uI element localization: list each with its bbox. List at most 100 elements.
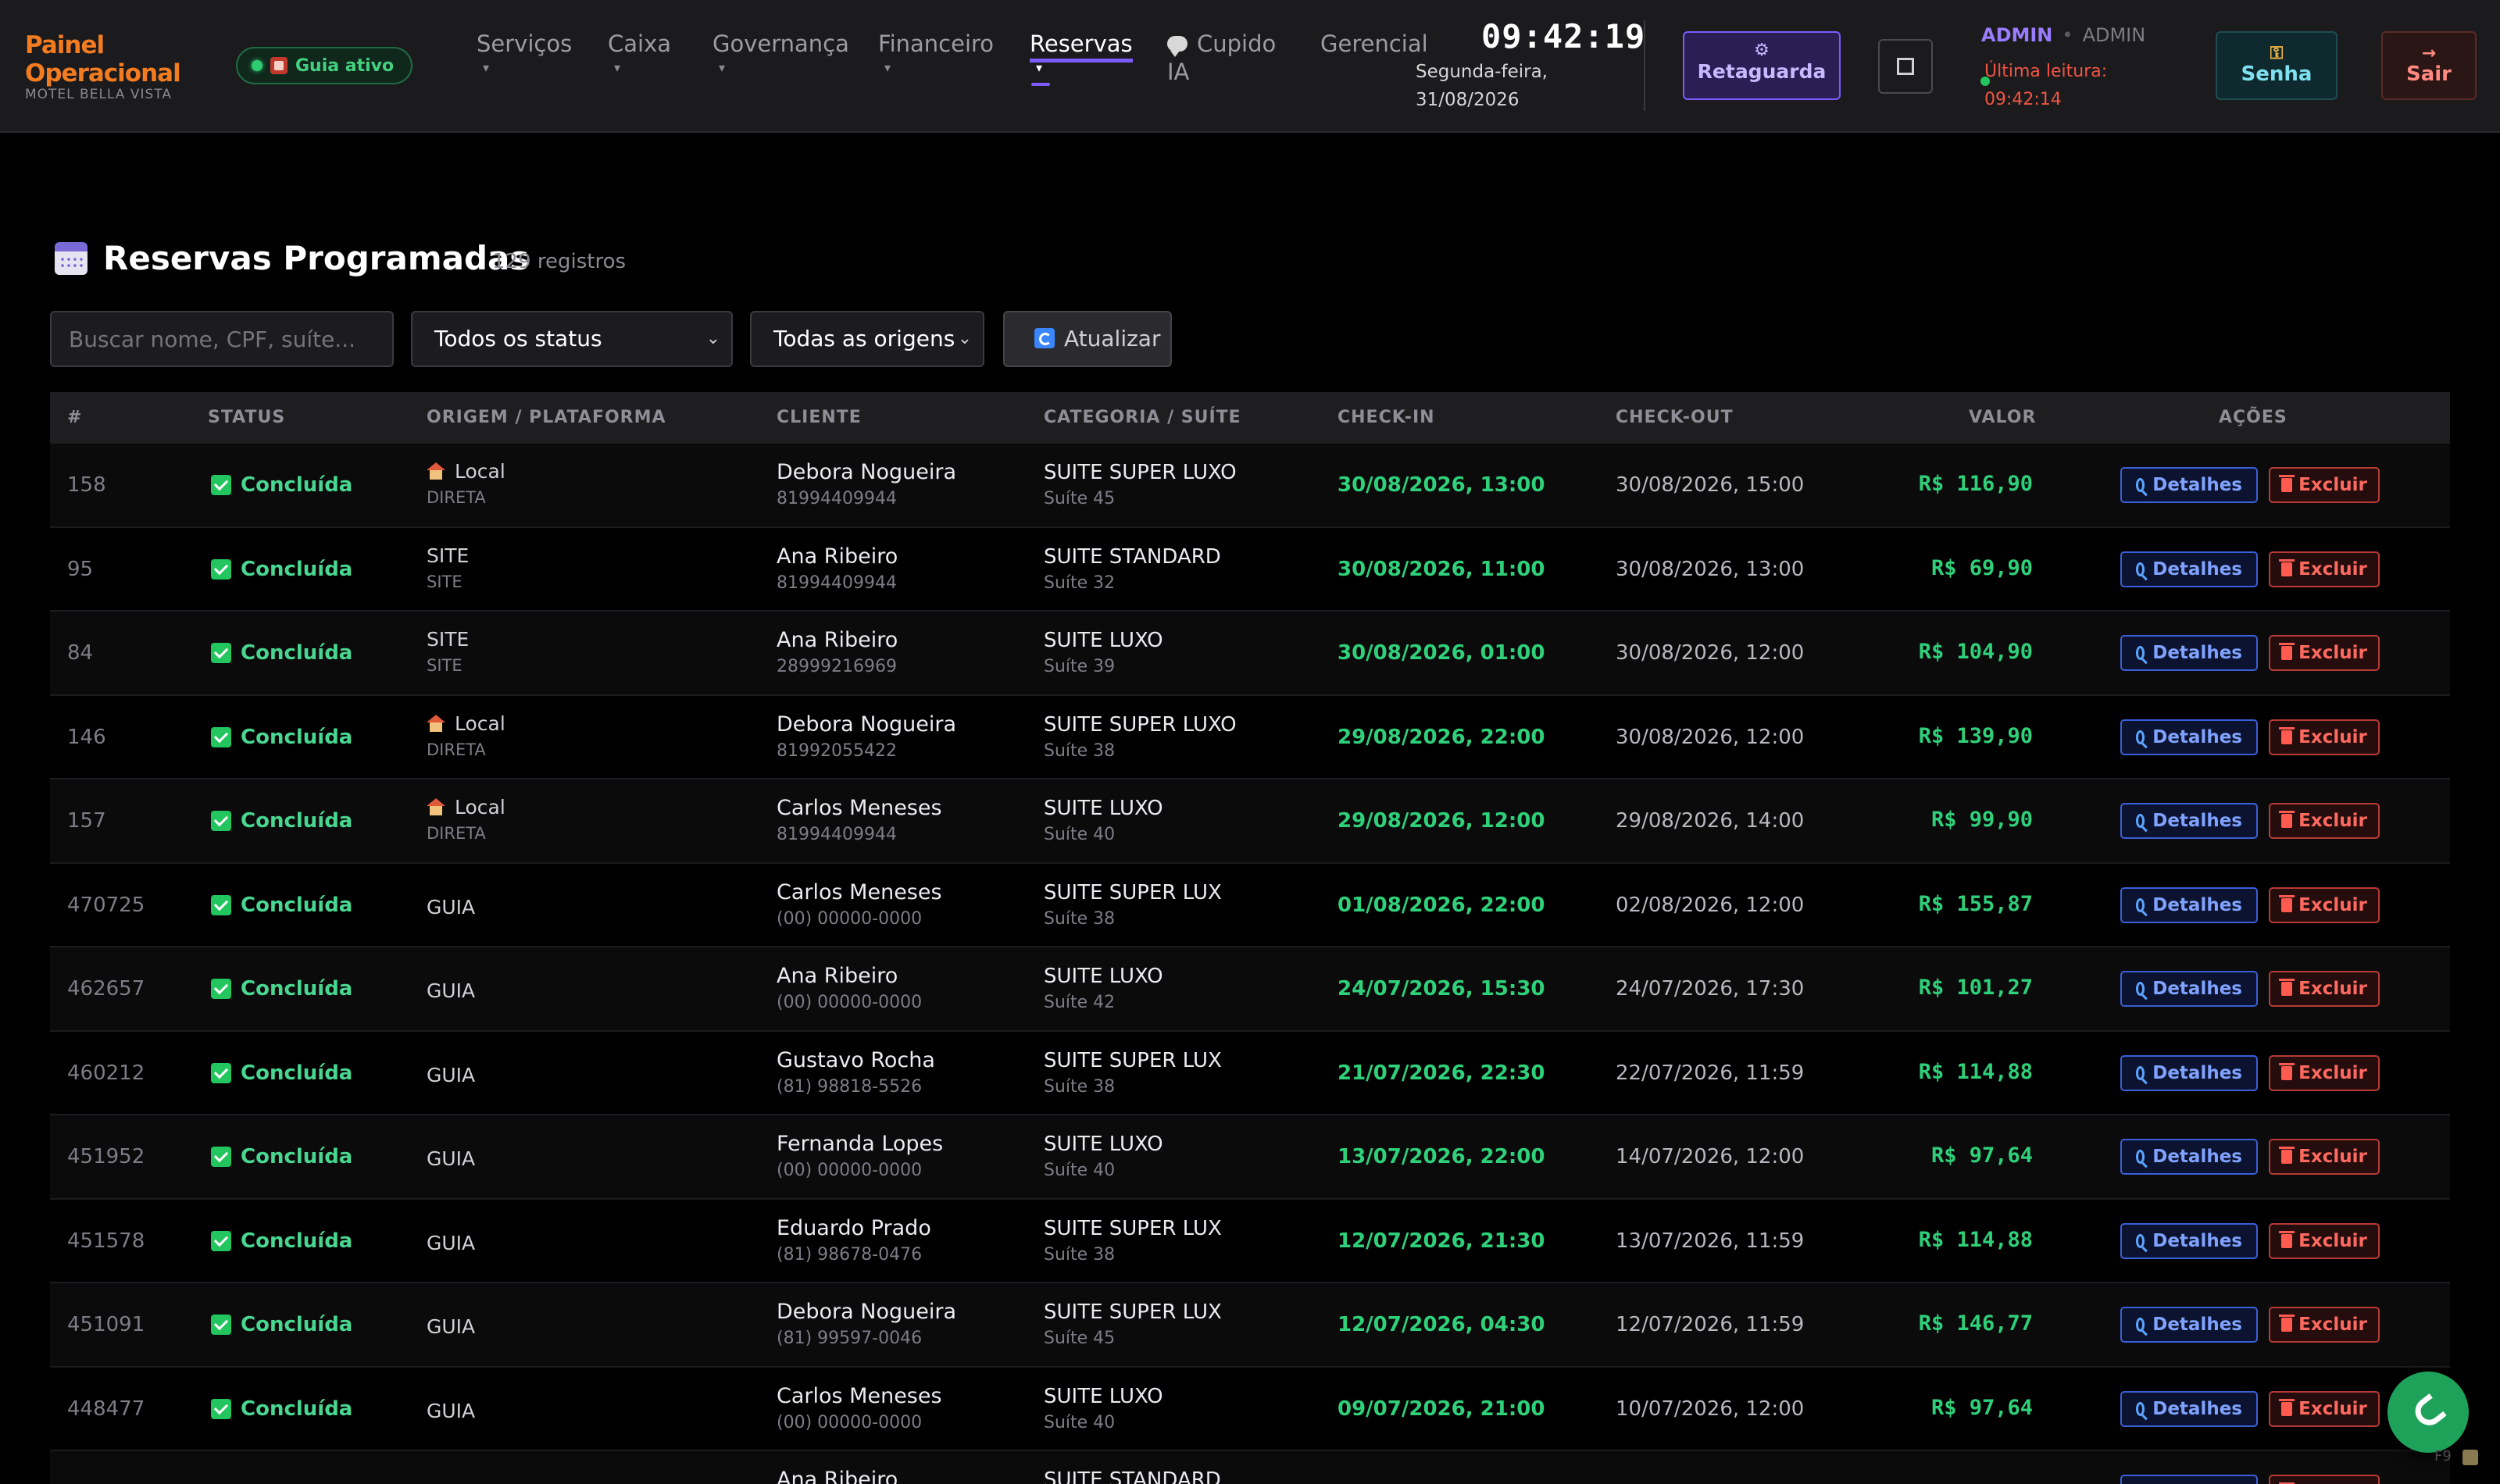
trash-icon <box>2279 726 2295 744</box>
details-button[interactable]: Detalhes <box>2120 467 2258 503</box>
nav-reservas[interactable]: Reservas ▾ <box>1030 30 1133 86</box>
delete-button[interactable]: Excluir <box>2269 1054 2380 1091</box>
table-row[interactable]: 146 Concluída Local DIRETA Debora Nogueira 81… <box>50 695 2450 779</box>
status-badge: Concluída <box>211 641 352 665</box>
nav-governanca[interactable]: Governança ▾ <box>712 30 849 78</box>
reservation-value: R$ 69,90 <box>1930 555 2033 580</box>
status-badge: Concluída <box>211 558 352 581</box>
status-label: Concluída <box>241 641 353 665</box>
nav-servicos[interactable]: Serviços ▾ <box>477 30 572 78</box>
trash-icon <box>2279 1315 2295 1332</box>
senha-button[interactable]: ⚿ Senha <box>2216 31 2338 100</box>
retaguarda-button[interactable]: ⚙ Retaguarda <box>1683 31 1841 100</box>
client-cell: Fernanda Lopes (00) 00000-0000 <box>777 1129 943 1183</box>
details-label: Detalhes <box>2152 1062 2242 1083</box>
delete-label: Excluir <box>2298 1230 2367 1251</box>
table-row[interactable]: 158 Concluída Local DIRETA Debora Nogueira 81… <box>50 444 2450 528</box>
trash-icon <box>2279 1147 2295 1164</box>
checkout-time: 14/07/2026, 12:00 <box>1616 1145 1805 1168</box>
origin-cell: GUIA <box>427 1145 475 1173</box>
details-button[interactable]: Detalhes <box>2120 1139 2258 1175</box>
delete-label: Excluir <box>2298 1147 2367 1167</box>
category-cell: SUITE SUPER LUX Suíte 38 <box>1044 1046 1222 1099</box>
table-row[interactable]: 451578 Concluída GUIA Eduardo Prado (81) 986… <box>50 1199 2450 1283</box>
status-badge: Concluída <box>211 1229 352 1253</box>
details-button[interactable]: Detalhes <box>2120 635 2258 671</box>
origin-filter-select[interactable]: Todas as origens ⌄ <box>750 311 984 367</box>
delete-button[interactable]: Excluir <box>2269 635 2380 671</box>
suite-category: SUITE LUXO <box>1044 629 1163 652</box>
table-row[interactable]: 470725 Concluída GUIA Carlos Meneses (00) 00… <box>50 863 2450 947</box>
table-row[interactable]: Ana Ribeiro SUITE STANDARD Detalhes Excluir <box>50 1451 2450 1484</box>
fullscreen-button[interactable] <box>1878 39 1933 94</box>
nav-cupido-ia[interactable]: Cupido IA <box>1167 30 1276 86</box>
details-button[interactable]: Detalhes <box>2120 886 2258 923</box>
delete-button[interactable]: Excluir <box>2269 803 2380 839</box>
origin-cell: GUIA <box>427 1313 475 1341</box>
logout-button[interactable]: → Sair <box>2381 31 2477 100</box>
nav-financeiro[interactable]: Financeiro ▾ <box>878 30 994 78</box>
row-actions: Detalhes Excluir <box>2120 886 2380 923</box>
details-button[interactable]: Detalhes <box>2120 1475 2258 1484</box>
category-cell: SUITE LUXO Suíte 40 <box>1044 1382 1163 1435</box>
delete-button[interactable]: Excluir <box>2269 719 2380 755</box>
table-row[interactable]: 84 Concluída SITE SITE Ana Ribeiro 2899921696… <box>50 612 2450 696</box>
checkout-time: 30/08/2026, 12:00 <box>1616 641 1805 665</box>
client-cell: Debora Nogueira 81992055422 <box>777 710 956 763</box>
details-button[interactable]: Detalhes <box>2120 1222 2258 1259</box>
checkout-time: 29/08/2026, 14:00 <box>1616 809 1805 833</box>
table-row[interactable]: 462657 Concluída GUIA Ana Ribeiro (00) 00000… <box>50 947 2450 1032</box>
checkin-time: 13/07/2026, 22:00 <box>1338 1145 1545 1168</box>
search-icon <box>2136 1401 2145 1416</box>
guia-status-pill[interactable]: Guia ativo <box>236 47 413 84</box>
details-button[interactable]: Detalhes <box>2120 551 2258 587</box>
phone-call-button[interactable] <box>2388 1372 2469 1453</box>
table-row[interactable]: 451091 Concluída GUIA Debora Nogueira (81) 9… <box>50 1283 2450 1368</box>
checkin-time: 21/07/2026, 22:30 <box>1338 1061 1545 1085</box>
client-name: Debora Nogueira <box>777 460 957 484</box>
delete-button[interactable]: Excluir <box>2269 886 2380 923</box>
details-button[interactable]: Detalhes <box>2120 1307 2258 1343</box>
client-cell: Ana Ribeiro <box>777 1465 898 1484</box>
nav-caixa[interactable]: Caixa ▾ <box>608 30 671 78</box>
search-input[interactable] <box>50 311 394 367</box>
details-button[interactable]: Detalhes <box>2120 1390 2258 1427</box>
trash-icon <box>2279 979 2295 996</box>
origin-filter-value: Todas as origens <box>773 326 955 351</box>
delete-button[interactable]: Excluir <box>2269 1475 2380 1484</box>
delete-button[interactable]: Excluir <box>2269 971 2380 1007</box>
checkin-time: 12/07/2026, 21:30 <box>1338 1229 1545 1253</box>
table-row[interactable]: 448477 Concluída GUIA Carlos Meneses (00) 00… <box>50 1367 2450 1451</box>
client-name: Gustavo Rocha <box>777 1047 935 1072</box>
trash-icon <box>2279 1230 2295 1248</box>
table-row[interactable]: 460212 Concluída GUIA Gustavo Rocha (81) 988… <box>50 1031 2450 1115</box>
search-icon <box>2136 982 2145 996</box>
details-label: Detalhes <box>2152 1476 2242 1484</box>
details-button[interactable]: Detalhes <box>2120 719 2258 755</box>
status-badge: Concluída <box>211 726 352 749</box>
details-button[interactable]: Detalhes <box>2120 971 2258 1007</box>
category-cell: SUITE SUPER LUX Suíte 38 <box>1044 1214 1222 1267</box>
table-row[interactable]: 157 Concluída Local DIRETA Carlos Meneses 819… <box>50 779 2450 864</box>
table-row[interactable]: 451952 Concluída GUIA Fernanda Lopes (00) 00… <box>50 1115 2450 1200</box>
details-button[interactable]: Detalhes <box>2120 803 2258 839</box>
delete-button[interactable]: Excluir <box>2269 1390 2380 1427</box>
nav-gerencial[interactable]: Gerencial <box>1320 30 1428 58</box>
clock-date: Segunda-feira, 31/08/2026 <box>1416 58 1564 114</box>
delete-button[interactable]: Excluir <box>2269 1222 2380 1259</box>
checkout-time: 10/07/2026, 12:00 <box>1616 1397 1805 1421</box>
status-badge: Concluída <box>211 1145 352 1168</box>
delete-button[interactable]: Excluir <box>2269 1307 2380 1343</box>
status-filter-select[interactable]: Todos os status ⌄ <box>411 311 733 367</box>
nav-label: Caixa <box>608 30 672 57</box>
refresh-button[interactable]: Atualizar <box>1003 311 1172 367</box>
suite-category: SUITE SUPER LUXO <box>1044 712 1237 737</box>
check-icon <box>211 1315 231 1335</box>
delete-button[interactable]: Excluir <box>2269 551 2380 587</box>
details-button[interactable]: Detalhes <box>2120 1054 2258 1091</box>
table-row[interactable]: 95 Concluída SITE SITE Ana Ribeiro 8199440994… <box>50 527 2450 612</box>
key-icon: ⚿ <box>2270 44 2284 63</box>
check-icon <box>211 979 231 999</box>
delete-button[interactable]: Excluir <box>2269 1139 2380 1175</box>
delete-button[interactable]: Excluir <box>2269 467 2380 503</box>
